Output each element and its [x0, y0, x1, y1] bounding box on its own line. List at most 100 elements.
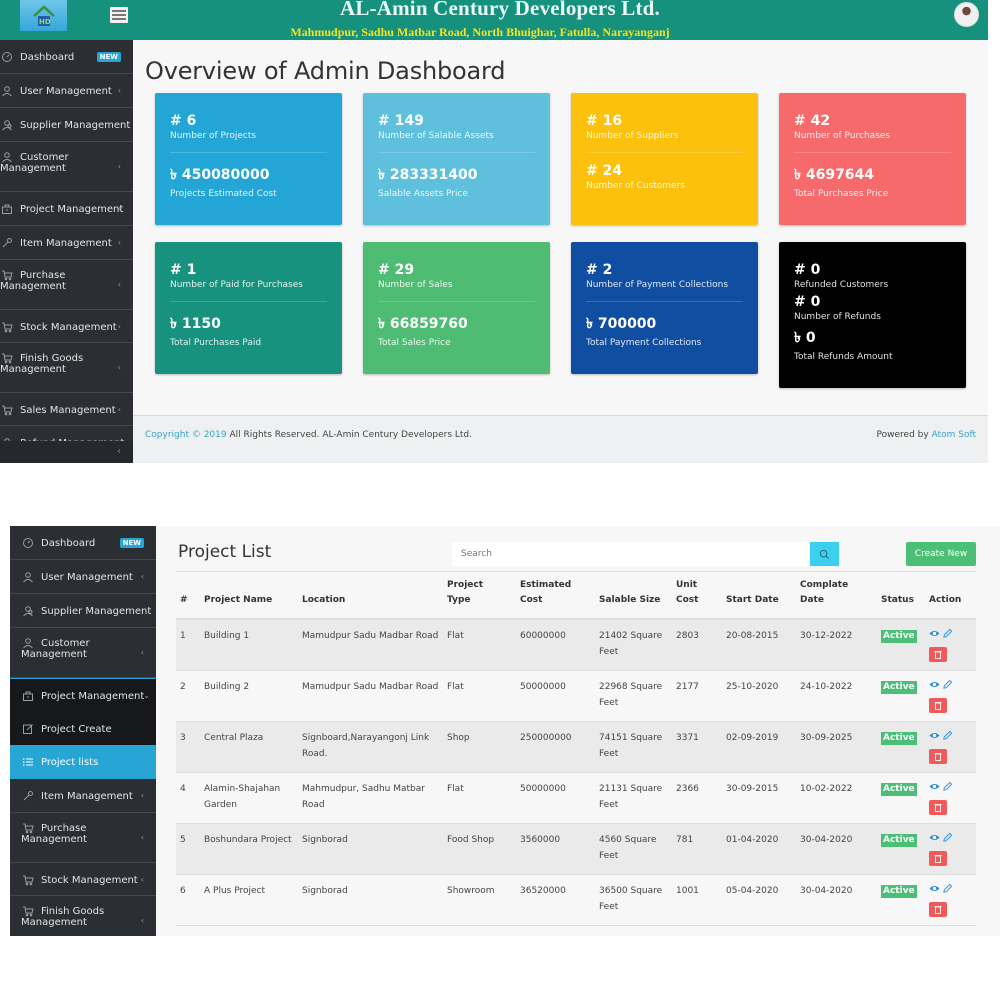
copyright-link[interactable]: Copyright © 2019	[145, 430, 227, 440]
sidebar-item-finish-goods[interactable]: Finish Goods Management ‹	[10, 896, 156, 936]
cart-icon-wrap	[22, 905, 34, 917]
cell-name: A Plus Project	[200, 874, 298, 926]
sidebar-item-project-lists[interactable]: Project lists	[10, 745, 156, 779]
stat-card[interactable]: # 0 Refunded Customers # 0 Number of Ref…	[779, 242, 966, 388]
eye-icon[interactable]	[929, 679, 940, 690]
edit-pencil-icon[interactable]	[942, 883, 953, 894]
chevron-left-icon: ‹	[140, 916, 144, 925]
sidebar-item-purchase[interactable]: Purchase Management ‹	[10, 813, 156, 863]
sidebar-item-dashboard[interactable]: Dashboard NEW	[0, 40, 133, 74]
cell-status: Active	[877, 772, 925, 824]
atom-soft-link[interactable]: Atom Soft	[932, 430, 976, 440]
cell-unit: 2177	[672, 670, 722, 722]
sidebar-item-customer[interactable]: Customer Management ‹	[10, 628, 156, 678]
sidebar-item-user-management[interactable]: User Management ‹	[10, 560, 156, 594]
sidebar-item-project-management[interactable]: Project Management ⌄	[10, 678, 156, 712]
stat-card[interactable]: # 1 Number of Paid for Purchases ৳ 1150 …	[155, 242, 342, 374]
eye-icon[interactable]	[929, 730, 940, 741]
column-header: Project Name	[200, 576, 298, 620]
cell-name: Building 2	[200, 670, 298, 722]
stat-label: Refunded Customers	[794, 280, 889, 290]
sidebar-item-sales-management[interactable]: Sales Management ‹	[0, 393, 133, 426]
sidebar-item-finish-goods[interactable]: Finish Goods Management ‹	[0, 343, 133, 393]
cell-size: 22968 Square Feet	[595, 670, 672, 722]
create-new-button[interactable]: Create New	[906, 542, 976, 566]
eye-icon[interactable]	[929, 832, 940, 843]
delete-button[interactable]	[929, 800, 947, 815]
sidebar-item-project-create[interactable]: Project Create	[10, 712, 156, 745]
sidebar-item-label: User Management	[20, 85, 112, 97]
company-name: AL-Amin Century Developers Ltd.	[339, 0, 660, 20]
sidebar-item-label: Project Create	[41, 723, 112, 735]
divider	[176, 571, 976, 572]
sidebar-item-dashboard[interactable]: Dashboard NEW	[10, 526, 156, 560]
eye-icon[interactable]	[929, 883, 940, 894]
stat-card[interactable]: # 6 Number of Projects ৳ 450080000 Proje…	[155, 93, 342, 225]
sidebar-item-supplier-management[interactable]: Supplier Management	[10, 594, 156, 628]
sidebar-collapse-button[interactable]: ‹	[0, 441, 133, 463]
delete-button[interactable]	[929, 749, 947, 764]
trash-icon	[934, 906, 942, 914]
user-avatar[interactable]	[954, 2, 979, 27]
sidebar-item-stock-management[interactable]: Stock Management ‹	[0, 310, 133, 343]
user-icon	[23, 638, 33, 649]
cell-type: Food Shop	[443, 823, 516, 875]
sidebar-item-customer[interactable]: Customer Management ‹	[0, 142, 133, 192]
sidebar-item-label: Dashboard	[41, 537, 96, 549]
user-icon	[23, 572, 33, 583]
edit-pencil-icon[interactable]	[942, 730, 953, 741]
sidebar-item-item-management[interactable]: Item Management ‹	[0, 226, 133, 260]
stat-label: Number of Payment Collections	[586, 280, 729, 290]
delete-button[interactable]	[929, 698, 947, 713]
stat-value: ৳ 66859760	[378, 316, 468, 332]
edit-pencil-icon[interactable]	[942, 781, 953, 792]
sidebar-item-purchase[interactable]: Purchase Management ‹	[0, 260, 133, 310]
cart-icon-wrap	[22, 822, 34, 834]
cell-no: 6	[176, 874, 200, 926]
edit-pencil-icon[interactable]	[942, 832, 953, 843]
stat-card[interactable]: # 29 Number of Sales ৳ 66859760 Total Sa…	[363, 242, 550, 374]
cell-size: 36500 Square Feet	[595, 874, 672, 926]
project-list-screenshot: Dashboard NEW User Management ‹ Supplier…	[10, 526, 1000, 936]
search-button[interactable]	[810, 542, 839, 566]
company-logo[interactable]: HD	[20, 0, 67, 31]
delete-button[interactable]	[929, 902, 947, 917]
sidebar-item-label: User Management	[41, 571, 133, 583]
cart-icon	[2, 353, 13, 364]
card-divider	[586, 152, 743, 153]
cell-status: Active	[877, 721, 925, 773]
sidebar-item-project-management[interactable]: Project Management ‹	[0, 192, 133, 226]
eye-icon[interactable]	[929, 781, 940, 792]
edit-pencil-icon[interactable]	[942, 628, 953, 639]
dashboard-icon-wrap	[1, 51, 13, 63]
cart-icon-wrap	[1, 269, 13, 281]
search-input[interactable]	[452, 542, 810, 566]
user-icon	[2, 86, 12, 97]
stat-value: ৳ 4697644	[794, 167, 875, 183]
stat-card[interactable]: # 149 Number of Salable Assets ৳ 2833314…	[363, 93, 550, 225]
stat-card[interactable]: # 16 Number of Suppliers # 24 Number of …	[571, 93, 758, 225]
delete-button[interactable]	[929, 647, 947, 662]
briefcase-icon-wrap	[1, 203, 13, 215]
eye-icon[interactable]	[929, 628, 940, 639]
menu-toggle-button[interactable]	[110, 7, 128, 23]
stat-card[interactable]: # 42 Number of Purchases ৳ 4697644 Total…	[779, 93, 966, 225]
cart-icon-wrap	[1, 404, 13, 416]
trash-icon	[934, 702, 942, 710]
stat-card[interactable]: # 2 Number of Payment Collections ৳ 7000…	[571, 242, 758, 374]
chevron-left-icon: ‹	[117, 321, 121, 331]
stat-value: # 0	[794, 294, 821, 310]
cell-action	[925, 874, 976, 926]
edit-pencil-icon[interactable]	[942, 679, 953, 690]
cart-icon	[23, 906, 34, 917]
dashboard-icon-wrap	[22, 537, 34, 549]
sidebar-item-item-management[interactable]: Item Management ‹	[10, 779, 156, 813]
sidebar-item-user-management[interactable]: User Management ‹	[0, 74, 133, 108]
sidebar-item-supplier-management[interactable]: Supplier Management	[0, 108, 133, 142]
sidebar-item-stock-management[interactable]: Stock Management ‹	[10, 863, 156, 896]
cell-type: Shop	[443, 721, 516, 773]
stat-value: # 149	[378, 113, 424, 129]
delete-button[interactable]	[929, 851, 947, 866]
cart-icon-wrap	[1, 321, 13, 333]
card-divider	[170, 152, 327, 153]
